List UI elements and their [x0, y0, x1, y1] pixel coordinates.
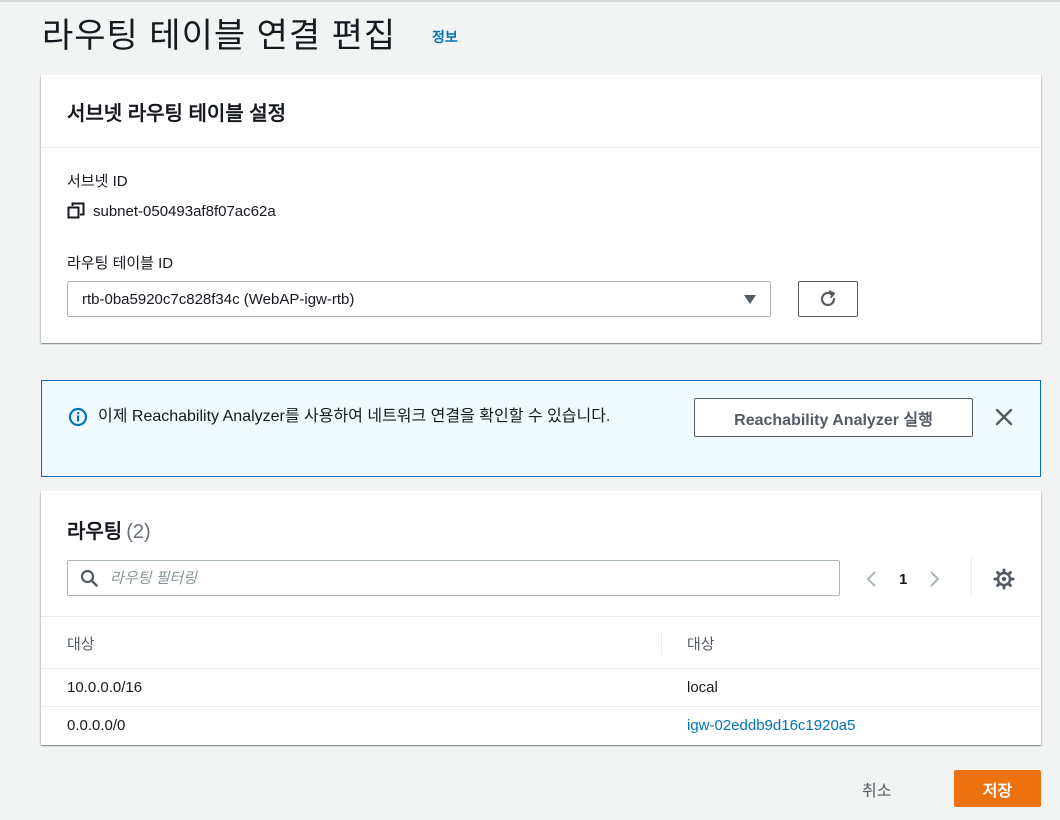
- routes-panel: 라우팅(2) 1 대상 대상: [41, 491, 1041, 745]
- close-icon[interactable]: [992, 405, 1016, 429]
- pager-divider: [971, 558, 972, 596]
- settings-panel-header: 서브넷 라우팅 테이블 설정: [41, 75, 1041, 148]
- alert-message: 이제 Reachability Analyzer를 사용하여 네트워크 연결을 …: [98, 408, 611, 425]
- gear-icon[interactable]: [993, 568, 1015, 590]
- table-header: 대상 대상: [41, 616, 1041, 669]
- copy-icon[interactable]: [67, 202, 85, 220]
- save-button[interactable]: 저장: [954, 770, 1041, 807]
- subnet-id-label: 서브넷 ID: [67, 173, 128, 190]
- chevron-right-icon: [930, 571, 940, 587]
- run-reachability-analyzer-button[interactable]: Reachability Analyzer 실행: [694, 398, 973, 437]
- settings-panel: 서브넷 라우팅 테이블 설정 서브넷 ID subnet-050493af8f0…: [41, 75, 1041, 343]
- route-table-selected-value: rtb-0ba5920c7c828f34c (WebAP-igw-rtb): [82, 290, 355, 308]
- route-table-id-label: 라우팅 테이블 ID: [67, 255, 174, 272]
- refresh-icon: [820, 290, 836, 307]
- next-page-button[interactable]: [925, 569, 945, 589]
- info-link[interactable]: 정보: [432, 27, 458, 47]
- search-icon: [80, 569, 98, 587]
- pagination: 1: [861, 563, 945, 595]
- info-alert: 이제 Reachability Analyzer를 사용하여 네트워크 연결을 …: [41, 380, 1041, 477]
- subnet-id-value: subnet-050493af8f07ac62a: [67, 202, 276, 220]
- page-number[interactable]: 1: [899, 571, 907, 588]
- column-divider: [661, 631, 662, 655]
- column-header-target[interactable]: 대상: [687, 633, 715, 654]
- refresh-button[interactable]: [798, 281, 858, 317]
- routes-title: 라우팅 (2): [67, 515, 151, 544]
- route-destination: 0.0.0.0/0: [67, 717, 126, 734]
- routes-count: (2): [126, 521, 151, 543]
- table-row: 10.0.0.0/16 local: [41, 669, 1041, 707]
- chevron-left-icon: [866, 571, 876, 587]
- route-filter-field[interactable]: [67, 560, 840, 596]
- caret-down-icon: [744, 294, 756, 304]
- routes-title-text: 라우팅: [67, 521, 123, 543]
- table-row: 0.0.0.0/0 igw-02eddb9d16c1920a5: [41, 707, 1041, 745]
- previous-page-button[interactable]: [861, 569, 881, 589]
- column-header-destination[interactable]: 대상: [67, 633, 95, 654]
- top-border: [0, 0, 1060, 2]
- subnet-id-text: subnet-050493af8f07ac62a: [93, 202, 276, 220]
- route-target: local: [687, 679, 718, 696]
- cancel-button[interactable]: 취소: [862, 777, 891, 801]
- route-table-select[interactable]: rtb-0ba5920c7c828f34c (WebAP-igw-rtb): [67, 281, 771, 317]
- page-title: 라우팅 테이블 연결 편집: [42, 17, 397, 55]
- route-target-link[interactable]: igw-02eddb9d16c1920a5: [687, 717, 855, 734]
- route-filter-input[interactable]: [108, 568, 827, 588]
- info-icon: [68, 407, 88, 427]
- route-destination: 10.0.0.0/16: [67, 679, 143, 696]
